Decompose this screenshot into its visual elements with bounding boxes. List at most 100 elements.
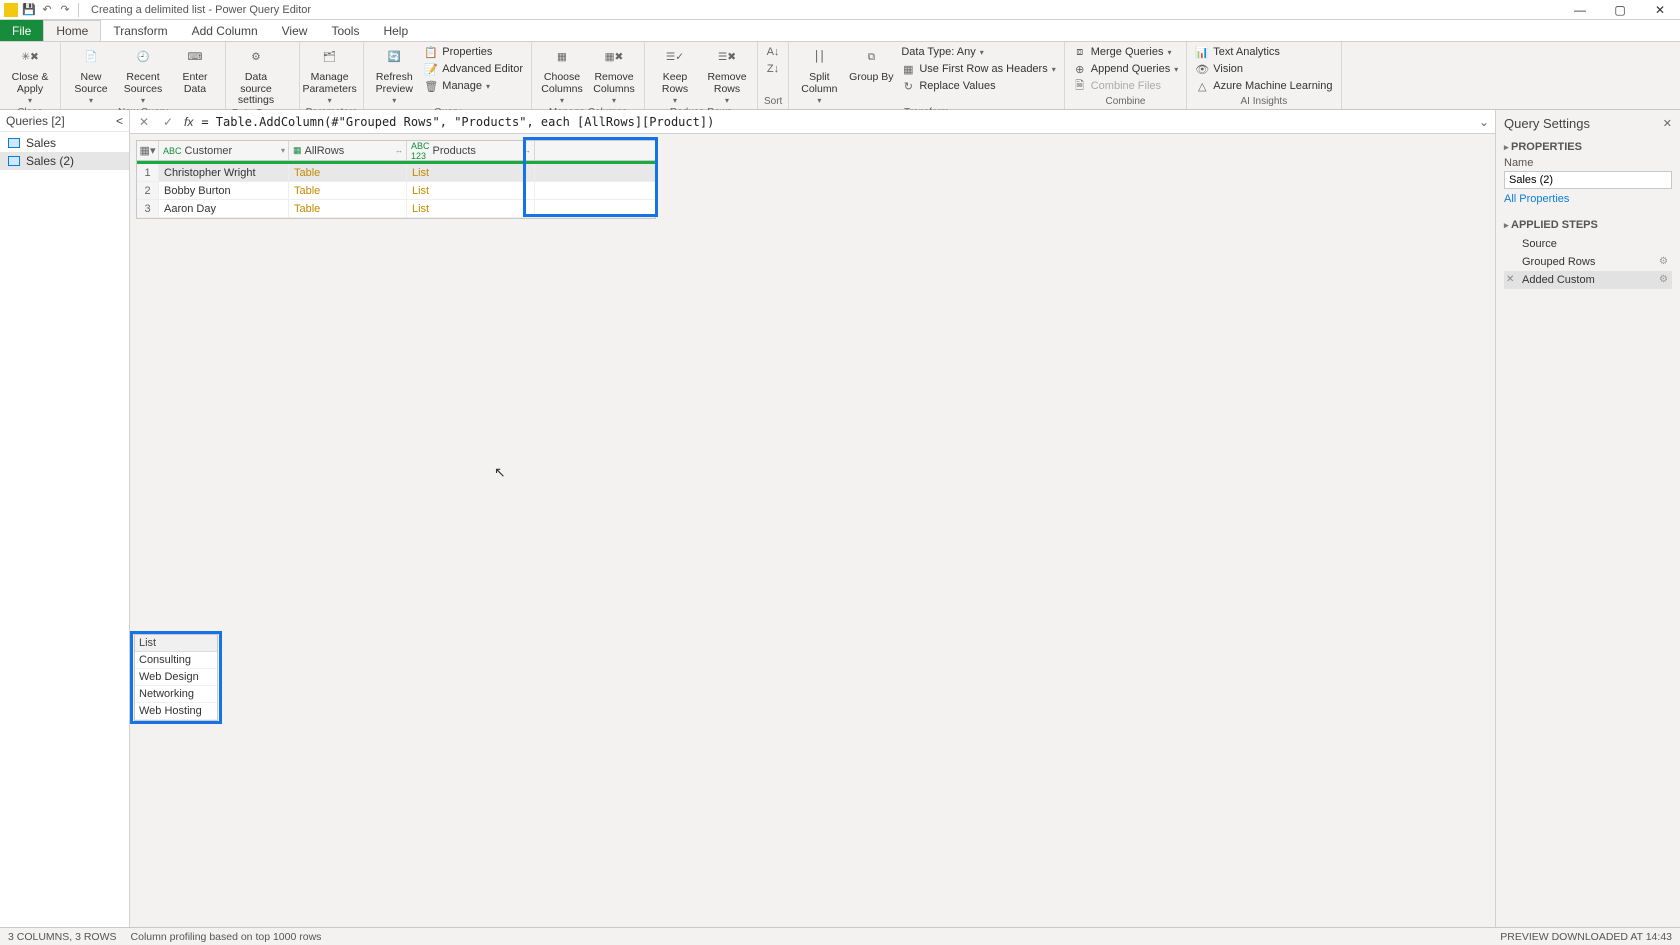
append-queries-button[interactable]: ⊕Append Queries	[1071, 61, 1181, 77]
save-icon[interactable]: 💾	[22, 3, 36, 17]
refresh-preview-button[interactable]: 🔄Refresh Preview	[370, 44, 418, 106]
remove-rows-button[interactable]: ☰✖Remove Rows	[703, 44, 751, 106]
advanced-editor-button[interactable]: 📝Advanced Editor	[422, 61, 525, 77]
row-header-corner[interactable]: ▦▾	[137, 141, 159, 160]
ribbon: ✳✖Close & Apply Close 📄New Source 🕘Recen…	[0, 42, 1680, 110]
status-columns-rows: 3 COLUMNS, 3 ROWS	[8, 931, 117, 943]
first-row-headers-button[interactable]: ▦Use First Row as Headers	[899, 61, 1057, 77]
tab-transform[interactable]: Transform	[101, 20, 179, 41]
replace-icon: ↻	[901, 79, 915, 93]
column-header-products[interactable]: ABC123Products↔	[407, 141, 535, 160]
refresh-icon: 🔄	[380, 46, 408, 70]
properties-header[interactable]: PROPERTIES	[1504, 141, 1672, 153]
parameters-icon: 🗂	[316, 46, 344, 70]
column-header-allrows[interactable]: ▦AllRows↔	[289, 141, 407, 160]
expand-icon[interactable]: ↔	[395, 146, 403, 155]
redo-icon[interactable]: ↷	[58, 3, 72, 17]
sort-asc-icon: A↓	[766, 45, 780, 59]
sort-asc-button[interactable]: A↓	[764, 44, 782, 60]
column-header-customer[interactable]: ABCCustomer▾	[159, 141, 289, 160]
commit-formula-icon[interactable]: ✓	[160, 115, 176, 129]
close-apply-button[interactable]: ✳✖Close & Apply	[6, 44, 54, 106]
collapse-queries-icon[interactable]: <	[116, 114, 123, 128]
formula-input[interactable]	[201, 115, 1471, 129]
status-preview-time: PREVIEW DOWNLOADED AT 14:43	[1500, 931, 1672, 943]
data-source-settings-button[interactable]: ⚙Data source settings	[232, 44, 280, 107]
query-item[interactable]: Sales	[0, 134, 129, 152]
sort-desc-button[interactable]: Z↓	[764, 61, 782, 77]
azure-ml-button[interactable]: △Azure Machine Learning	[1193, 78, 1334, 94]
ribbon-tabs: File Home Transform Add Column View Tool…	[0, 20, 1680, 42]
grid-area: ▦▾ ABCCustomer▾ ▦AllRows↔ ABC123Products…	[130, 134, 1495, 225]
close-button[interactable]: ✕	[1640, 0, 1680, 20]
split-icon: ⎮⎮	[805, 46, 833, 70]
tab-file[interactable]: File	[0, 20, 43, 41]
text-analytics-icon: 📊	[1195, 45, 1209, 59]
manage-button[interactable]: 🗑Manage	[422, 78, 525, 94]
undo-icon[interactable]: ↶	[40, 3, 54, 17]
combine-files-button: 🗎Combine Files	[1071, 78, 1181, 94]
manage-parameters-button[interactable]: 🗂Manage Parameters	[306, 44, 354, 106]
cell-preview-panel: List Consulting Web Design Networking We…	[134, 634, 218, 721]
data-grid[interactable]: ▦▾ ABCCustomer▾ ▦AllRows↔ ABC123Products…	[136, 140, 656, 219]
applied-step[interactable]: Grouped Rows⚙	[1504, 253, 1672, 271]
gear-icon[interactable]: ⚙	[1659, 274, 1668, 285]
window-title: Creating a delimited list - Power Query …	[91, 4, 311, 16]
merge-queries-button[interactable]: ⧈Merge Queries	[1071, 44, 1181, 60]
cancel-formula-icon[interactable]: ✕	[136, 115, 152, 129]
recent-sources-button[interactable]: 🕘Recent Sources	[119, 44, 167, 106]
data-type-button[interactable]: Data Type: Any	[899, 44, 1057, 60]
manage-icon: 🗑	[424, 79, 438, 93]
gear-icon[interactable]: ⚙	[1659, 256, 1668, 267]
tab-view[interactable]: View	[270, 20, 320, 41]
text-type-icon: ABC	[163, 146, 182, 156]
expand-icon[interactable]: ↔	[523, 146, 531, 155]
tab-add-column[interactable]: Add Column	[180, 20, 270, 41]
delete-step-icon[interactable]: ✕	[1506, 274, 1514, 285]
expand-formula-icon[interactable]: ⌄	[1479, 115, 1489, 129]
recent-sources-icon: 🕘	[129, 46, 157, 70]
split-column-button[interactable]: ⎮⎮Split Column	[795, 44, 843, 106]
minimize-button[interactable]: —	[1560, 0, 1600, 20]
applied-steps-header[interactable]: APPLIED STEPS	[1504, 219, 1672, 231]
applied-step[interactable]: Source	[1504, 235, 1672, 253]
tab-tools[interactable]: Tools	[319, 20, 371, 41]
query-item[interactable]: Sales (2)	[0, 152, 129, 170]
sort-desc-icon: Z↓	[766, 62, 780, 76]
table-row[interactable]: 2 Bobby Burton Table List	[137, 182, 655, 200]
replace-values-button[interactable]: ↻Replace Values	[899, 78, 1057, 94]
tab-home[interactable]: Home	[43, 20, 101, 41]
editor-area: ✕ ✓ fx ⌄ ▦▾ ABCCustomer▾ ▦AllRows↔ ABC12…	[130, 110, 1495, 927]
enter-data-button[interactable]: ⌨Enter Data	[171, 44, 219, 95]
properties-button[interactable]: 📋Properties	[422, 44, 525, 60]
table-icon	[8, 138, 20, 148]
group-by-icon: ⧉	[857, 46, 885, 70]
advanced-editor-icon: 📝	[424, 62, 438, 76]
fx-icon[interactable]: fx	[184, 115, 193, 129]
text-analytics-button[interactable]: 📊Text Analytics	[1193, 44, 1334, 60]
all-properties-link[interactable]: All Properties	[1504, 193, 1672, 205]
group-sort: Sort	[764, 95, 782, 109]
applied-step[interactable]: ✕Added Custom⚙	[1504, 271, 1672, 289]
keep-rows-button[interactable]: ☰✓Keep Rows	[651, 44, 699, 106]
keep-rows-icon: ☰✓	[661, 46, 689, 70]
merge-icon: ⧈	[1073, 45, 1087, 59]
close-apply-icon: ✳✖	[16, 46, 44, 70]
query-name-input[interactable]	[1504, 171, 1672, 189]
group-by-button[interactable]: ⧉Group By	[847, 44, 895, 84]
maximize-button[interactable]: ▢	[1600, 0, 1640, 20]
tab-help[interactable]: Help	[371, 20, 420, 41]
filter-icon[interactable]: ▾	[281, 146, 285, 155]
table-row[interactable]: 1 Christopher Wright Table List	[137, 164, 655, 182]
group-ai-insights: AI Insights	[1193, 95, 1334, 109]
choose-columns-icon: ▦	[548, 46, 576, 70]
table-row[interactable]: 3 Aaron Day Table List	[137, 200, 655, 218]
group-combine: Combine	[1071, 95, 1181, 109]
vision-button[interactable]: 👁Vision	[1193, 61, 1334, 77]
status-profiling: Column profiling based on top 1000 rows	[131, 931, 322, 943]
close-settings-icon[interactable]: ✕	[1663, 117, 1672, 130]
new-source-button[interactable]: 📄New Source	[67, 44, 115, 106]
choose-columns-button[interactable]: ▦Choose Columns	[538, 44, 586, 106]
remove-columns-button[interactable]: ▦✖Remove Columns	[590, 44, 638, 106]
headers-icon: ▦	[901, 62, 915, 76]
